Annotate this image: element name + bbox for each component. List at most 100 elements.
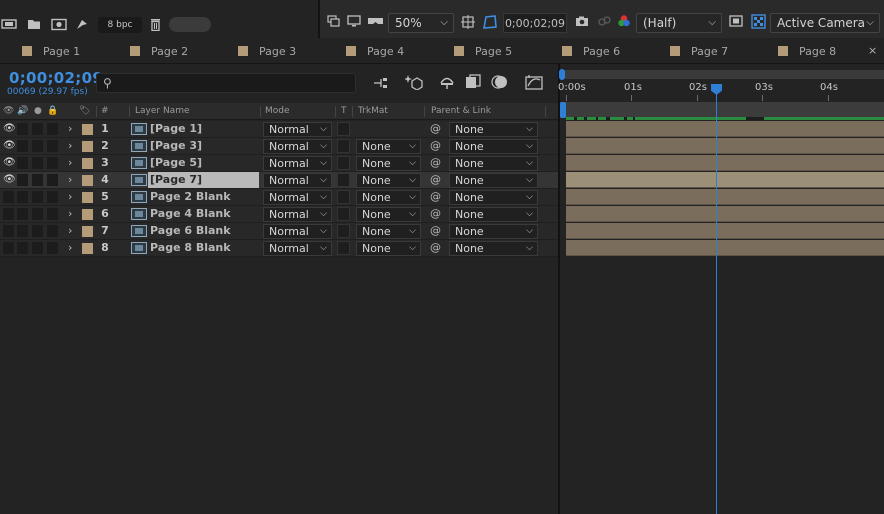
lock-switch[interactable]	[47, 140, 58, 152]
parent-dropdown[interactable]: None ⌵	[449, 241, 538, 256]
vr-goggles-icon[interactable]	[366, 14, 384, 28]
column-header-t[interactable]: T	[341, 106, 347, 116]
label-color-swatch[interactable]	[82, 158, 93, 169]
preserve-transparency-switch[interactable]	[337, 122, 350, 136]
preserve-transparency-switch[interactable]	[337, 207, 350, 221]
audio-switch[interactable]	[17, 242, 28, 254]
parent-dropdown[interactable]: None ⌵	[449, 173, 538, 188]
magnification-dropdown[interactable]: 50% ⌵	[388, 13, 454, 33]
track-matte-dropdown[interactable]: None ⌵	[356, 241, 421, 256]
current-time-indicator-line[interactable]	[716, 84, 717, 514]
layer-name[interactable]: Page 2 Blank	[150, 189, 231, 205]
eye-icon[interactable]: 👁	[3, 156, 16, 170]
audio-switch[interactable]	[17, 208, 28, 220]
resolution-dropdown[interactable]: (Half) ⌵	[636, 13, 722, 33]
monitor-icon[interactable]	[346, 14, 362, 28]
layer-row[interactable]: › 8 Page 8 Blank Normal ⌵ None ⌵ @ None ⌵	[0, 240, 558, 257]
hide-shy-layers-icon[interactable]	[438, 74, 456, 90]
current-time-display[interactable]: 0;00;02;09	[503, 13, 567, 33]
layer-duration-bar[interactable]	[566, 155, 884, 171]
audio-speaker-icon[interactable]: 🔊	[17, 106, 28, 116]
solo-switch[interactable]	[32, 140, 43, 152]
lock-icon[interactable]: 🔒	[47, 106, 58, 116]
layer-duration-bar[interactable]	[566, 172, 884, 188]
parent-dropdown[interactable]: None ⌵	[449, 190, 538, 205]
new-folder-icon[interactable]	[26, 16, 42, 32]
pick-whip-spiral-icon[interactable]: @	[430, 121, 441, 137]
video-switch[interactable]	[3, 208, 14, 220]
blend-mode-dropdown[interactable]: Normal ⌵	[263, 241, 332, 256]
tab-page-5[interactable]: Page 5	[454, 38, 512, 64]
label-color-swatch[interactable]	[82, 226, 93, 237]
label-color-swatch[interactable]	[82, 124, 93, 135]
lock-switch[interactable]	[47, 225, 58, 237]
layer-name[interactable]: [Page 5]	[150, 155, 202, 171]
layer-duration-bar[interactable]	[566, 206, 884, 222]
layer-duration-bar[interactable]	[566, 138, 884, 154]
chevron-right-icon[interactable]: ›	[68, 223, 72, 239]
layer-row[interactable]: 👁 › 3 [Page 5] Normal ⌵ None ⌵ @ None ⌵	[0, 155, 558, 172]
label-color-swatch[interactable]	[82, 192, 93, 203]
audio-switch[interactable]	[17, 140, 28, 152]
region-of-interest-icon[interactable]	[728, 14, 744, 28]
frame-blending-icon[interactable]	[464, 73, 482, 91]
pick-whip-spiral-icon[interactable]: @	[430, 138, 441, 154]
always-preview-icon[interactable]	[326, 14, 340, 28]
solo-switch[interactable]	[32, 208, 43, 220]
pick-whip-spiral-icon[interactable]: @	[430, 189, 441, 205]
video-switch[interactable]	[3, 242, 14, 254]
work-area-bar[interactable]	[560, 102, 884, 118]
layer-name[interactable]: Page 4 Blank	[150, 206, 231, 222]
bit-depth-button[interactable]: 8 bpc	[98, 17, 142, 33]
solo-switch[interactable]	[32, 242, 43, 254]
layer-duration-bar[interactable]	[566, 240, 884, 256]
camera-snapshot-icon[interactable]	[574, 14, 590, 28]
parent-dropdown[interactable]: None ⌵	[449, 224, 538, 239]
chevron-right-icon[interactable]: ›	[68, 240, 72, 256]
track-matte-dropdown[interactable]: None ⌵	[356, 207, 421, 222]
new-composition-icon[interactable]	[50, 16, 68, 32]
lock-switch[interactable]	[47, 174, 58, 186]
blend-mode-dropdown[interactable]: Normal ⌵	[263, 122, 332, 137]
layer-name[interactable]: Page 8 Blank	[150, 240, 231, 256]
tab-page-1[interactable]: Page 1	[22, 38, 80, 64]
blend-mode-dropdown[interactable]: Normal ⌵	[263, 224, 332, 239]
preserve-transparency-switch[interactable]	[337, 139, 350, 153]
blend-mode-dropdown[interactable]: Normal ⌵	[263, 207, 332, 222]
composition-mini-flowchart-icon[interactable]	[372, 75, 390, 91]
layer-row[interactable]: › 5 Page 2 Blank Normal ⌵ None ⌵ @ None ⌵	[0, 189, 558, 206]
label-tag-icon[interactable]: 🏷	[79, 106, 90, 116]
audio-switch[interactable]	[17, 191, 28, 203]
pick-whip-spiral-icon[interactable]: @	[430, 172, 441, 188]
lock-switch[interactable]	[47, 123, 58, 135]
work-area-start-handle[interactable]	[560, 102, 566, 118]
layer-name[interactable]: [Page 1]	[150, 121, 202, 137]
parent-dropdown[interactable]: None ⌵	[449, 207, 538, 222]
tab-page-2[interactable]: Page 2	[130, 38, 188, 64]
track-matte-dropdown[interactable]: None ⌵	[356, 173, 421, 188]
layer-duration-bar[interactable]	[566, 189, 884, 205]
thumbnail-slider[interactable]	[169, 17, 211, 32]
track-matte-dropdown[interactable]: None ⌵	[356, 139, 421, 154]
preserve-transparency-switch[interactable]	[337, 156, 350, 170]
label-color-swatch[interactable]	[82, 141, 93, 152]
chevron-right-icon[interactable]: ›	[68, 172, 72, 188]
column-header-mode[interactable]: Mode	[265, 106, 290, 116]
current-timecode[interactable]: 0;00;02;09	[9, 69, 103, 87]
eye-icon[interactable]: 👁	[3, 122, 16, 136]
column-header-num[interactable]: #	[101, 106, 109, 116]
solo-switch[interactable]	[32, 191, 43, 203]
solo-switch[interactable]	[32, 174, 43, 186]
chevron-right-icon[interactable]: ›	[68, 206, 72, 222]
eye-icon[interactable]: 👁	[3, 173, 16, 187]
chevron-right-icon[interactable]: ›	[68, 121, 72, 137]
layer-row[interactable]: 👁 › 4 [Page 7] Normal ⌵ None ⌵ @ None ⌵	[0, 172, 558, 189]
lock-switch[interactable]	[47, 191, 58, 203]
column-header-trkmat[interactable]: TrkMat	[358, 106, 388, 116]
eye-icon[interactable]: 👁	[3, 139, 16, 153]
solo-switch[interactable]	[32, 123, 43, 135]
lock-switch[interactable]	[47, 242, 58, 254]
mask-visibility-icon[interactable]	[481, 13, 499, 31]
close-tab-icon[interactable]: ×	[868, 44, 877, 57]
audio-switch[interactable]	[17, 174, 28, 186]
